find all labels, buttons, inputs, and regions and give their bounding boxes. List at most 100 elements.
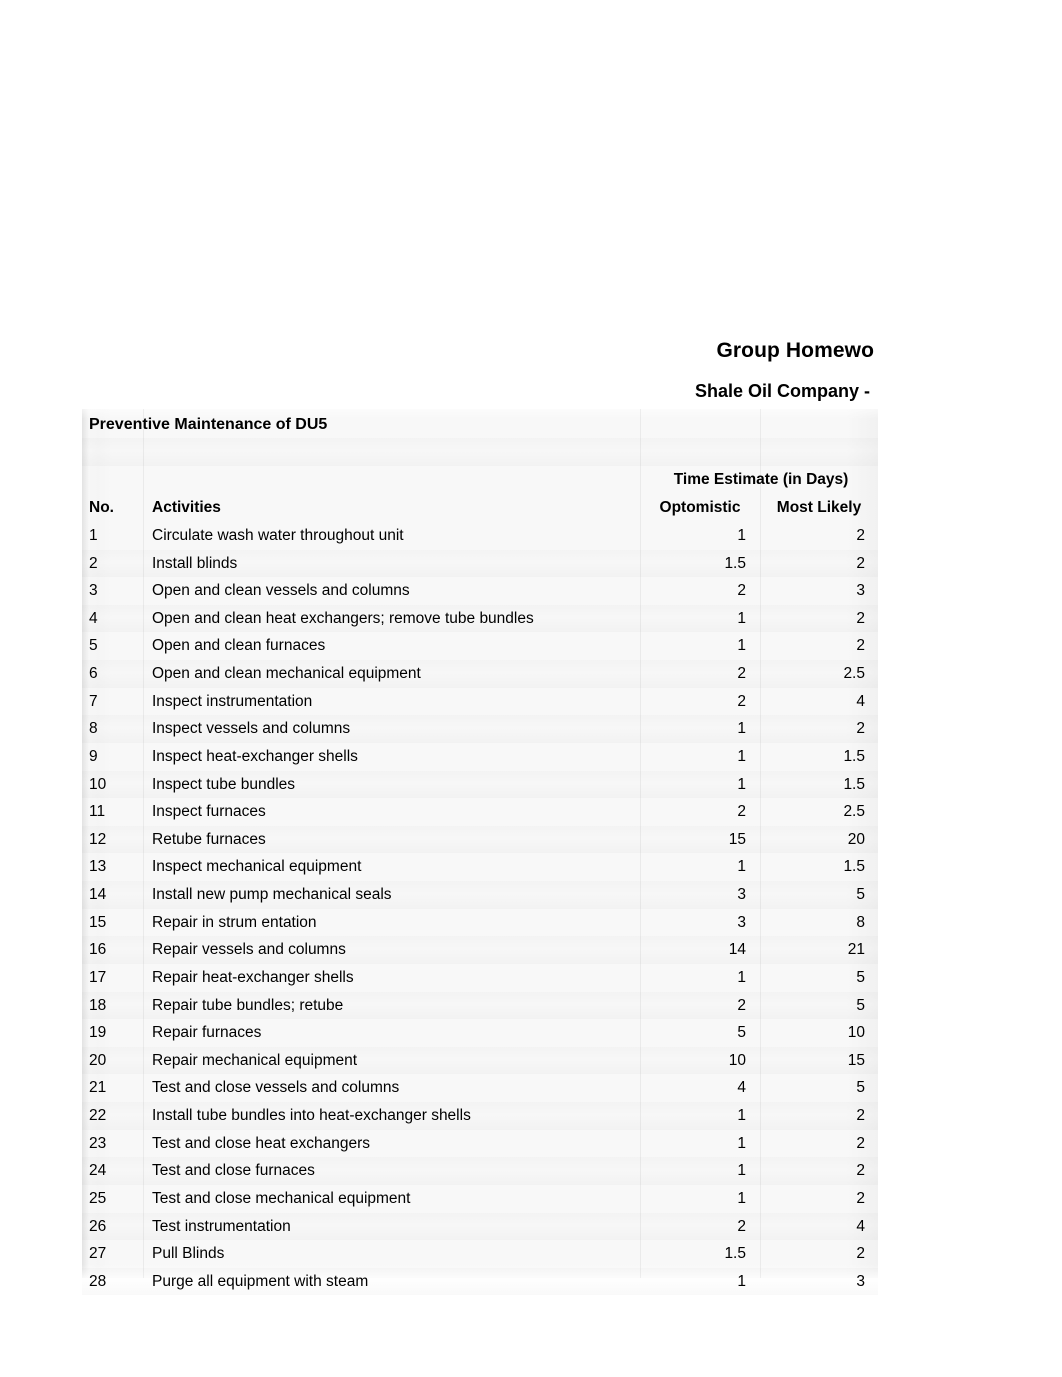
cell-optimistic: 1 [737,1189,746,1207]
cell-activity: Repair heat-exchanger shells [152,968,354,986]
cell-activity: Open and clean heat exchangers; remove t… [152,609,534,627]
cell-most-likely: 2 [856,1107,865,1125]
cell-activity: Inspect mechanical equipment [152,858,362,876]
cell-no: 24 [89,1162,107,1180]
table-row[interactable]: 11 Inspect furnaces 2 2.5 [82,798,878,826]
table-row[interactable]: 2 Install blinds 1.5 2 [82,549,878,578]
table-row[interactable]: 7 Inspect instrumentation 2 4 [82,688,878,716]
cell-activity: Repair in strum entation [152,913,317,931]
cell-no: 15 [89,913,107,931]
cell-most-likely: 10 [847,1024,865,1042]
table-row[interactable]: 22 Install tube bundles into heat-exchang… [82,1102,878,1130]
cell-most-likely: 2 [856,1189,865,1207]
cell-optimistic: 2 [737,582,746,600]
cell-optimistic: 1.5 [724,1245,746,1263]
cell-optimistic: 4 [737,1079,746,1097]
table-row[interactable]: 3 Open and clean vessels and columns 2 3 [82,577,878,605]
table-row[interactable]: 9 Inspect heat-exchanger shells 1 1.5 [82,743,878,771]
cell-no: 26 [89,1217,107,1235]
cell-optimistic: 2 [737,692,746,710]
table-row[interactable]: 16 Repair vessels and columns 14 21 [82,936,878,964]
cell-most-likely: 8 [856,913,865,931]
table-row[interactable]: 28 Purge all equipment with steam 1 3 [82,1267,878,1296]
cell-no: 3 [89,582,98,600]
cell-no: 28 [89,1272,107,1290]
table-row[interactable]: 14 Install new pump mechanical seals 3 5 [82,881,878,909]
cell-no: 11 [89,803,106,821]
document-title-block: Group Homewo Shale Oil Company - [0,336,878,406]
table-row[interactable]: 18 Repair tube bundles; retube 2 5 [82,991,878,1020]
cell-most-likely: 2 [856,527,865,544]
cell-most-likely: 3 [856,1272,865,1290]
table-row[interactable]: 27 Pull Blinds 1.5 2 [82,1240,878,1268]
cell-activity: Test instrumentation [152,1217,291,1235]
cell-no: 22 [89,1107,107,1125]
cell-no: 6 [89,665,98,683]
column-header-activities: Activities [152,499,221,516]
cell-no: 14 [89,886,107,904]
cell-most-likely: 1.5 [843,858,865,876]
cell-optimistic: 3 [737,913,746,931]
table-row[interactable]: 17 Repair heat-exchanger shells 1 5 [82,964,878,992]
cell-most-likely: 2 [856,637,865,655]
cell-optimistic: 1 [737,1162,746,1180]
cell-optimistic: 1 [737,720,746,738]
table-row[interactable]: 25 Test and close mechanical equipment 1 2 [82,1185,878,1213]
cell-optimistic: 2 [737,665,746,683]
cell-most-likely: 2 [856,554,865,572]
table-row[interactable]: 24 Test and close furnaces 1 2 [82,1157,878,1185]
cell-activity: Purge all equipment with steam [152,1272,369,1290]
table-row[interactable]: 21 Test and close vessels and columns 4 5 [82,1074,878,1102]
cell-activity: Repair tube bundles; retube [152,996,344,1014]
cell-no: 12 [89,830,107,848]
cell-no: 2 [89,554,98,572]
table-row[interactable]: 15 Repair in strum entation 3 8 [82,909,878,937]
page-subtitle: Shale Oil Company - [694,381,870,401]
cell-activity: Open and clean mechanical equipment [152,665,421,683]
table-row[interactable]: 5 Open and clean furnaces 1 2 [82,632,878,660]
cell-activity: Install new pump mechanical seals [152,886,392,904]
table-row[interactable]: 4 Open and clean heat exchangers; remove … [82,604,878,633]
cell-activity: Inspect instrumentation [152,692,313,710]
table-row[interactable]: 26 Test instrumentation 2 4 [82,1212,878,1241]
cell-no: 13 [89,858,107,876]
cell-optimistic: 1 [737,527,746,544]
cell-activity: Test and close heat exchangers [152,1134,370,1152]
cell-most-likely: 5 [856,996,865,1014]
column-header-no: No. [89,499,114,516]
section-title: Preventive Maintenance of DU5 [89,416,328,433]
table-row[interactable]: 8 Inspect vessels and columns 1 2 [82,715,878,743]
cell-most-likely: 2.5 [843,803,865,821]
table-row[interactable]: 13 Inspect mechanical equipment 1 1.5 [82,853,878,881]
cell-most-likely: 2 [856,1245,865,1263]
table-row[interactable]: 12 Retube furnaces 15 20 [82,825,878,854]
cell-activity: Test and close furnaces [152,1162,315,1180]
cell-optimistic: 1 [737,747,746,765]
column-header-row: No. Activities Optomistic Most Likely [82,494,878,522]
table-row[interactable]: 19 Repair furnaces 5 10 [82,1019,878,1047]
group-header-row: Time Estimate (in Days) [82,466,878,494]
table-row[interactable]: 10 Inspect tube bundles 1 1.5 [82,770,878,799]
cell-optimistic: 5 [737,1024,746,1042]
section-title-row: Preventive Maintenance of DU5 [82,411,878,439]
cell-most-likely: 20 [847,830,865,848]
cell-most-likely: 21 [847,941,865,959]
table-row[interactable]: 23 Test and close heat exchangers 1 2 [82,1130,878,1158]
table-row[interactable]: 6 Open and clean mechanical equipment 2 2.5 [82,660,878,688]
cell-most-likely: 1.5 [843,747,865,765]
cell-most-likely: 3 [856,582,865,600]
cell-optimistic: 2 [737,1217,746,1235]
cell-optimistic: 2 [737,803,746,821]
cell-optimistic: 14 [728,941,746,959]
cell-no: 25 [89,1189,107,1207]
cell-most-likely: 2.5 [843,665,865,683]
cell-optimistic: 1 [737,858,746,876]
cell-no: 9 [89,747,98,765]
cell-optimistic: 1 [737,1272,746,1290]
column-header-optimistic: Optomistic [659,499,741,516]
cell-no: 27 [89,1245,107,1263]
cell-no: 20 [89,1051,107,1069]
blank-row [82,438,878,466]
table-row[interactable]: 1 Circulate wash water throughout unit 1 2 [82,522,878,550]
table-row[interactable]: 20 Repair mechanical equipment 10 15 [82,1046,878,1075]
